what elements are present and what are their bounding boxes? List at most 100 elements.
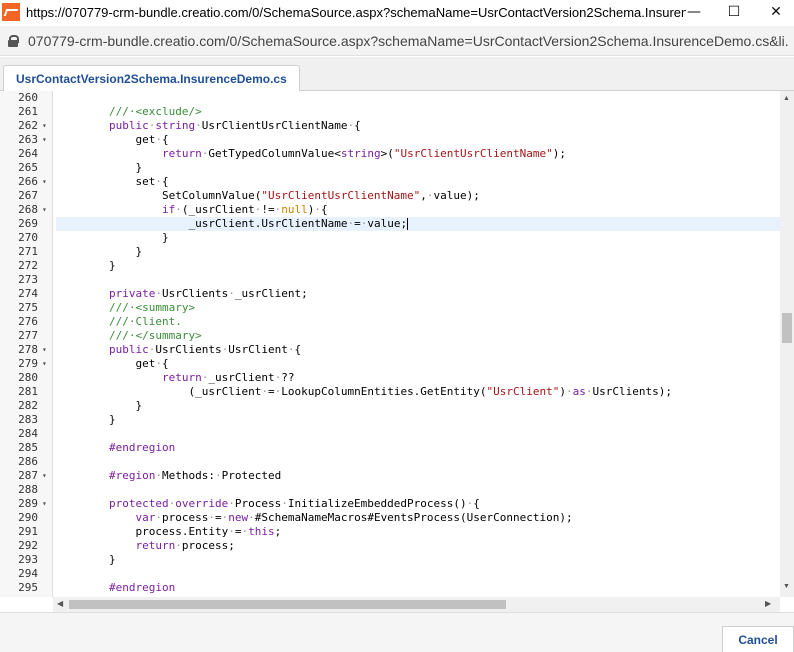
code-line[interactable]: 269 _usrClient.UsrClientName·=·value;	[0, 217, 780, 231]
vertical-scroll-thumb[interactable]	[782, 313, 792, 343]
code-token: LookupColumnEntities.GetEntity(	[281, 385, 487, 398]
code-token: ·	[281, 497, 288, 510]
fold-toggle-icon[interactable]: ▾	[42, 469, 52, 483]
code-line[interactable]: 288	[0, 483, 780, 497]
scroll-up-icon[interactable]: ▲	[783, 95, 790, 102]
code-token: UsrClients);	[592, 385, 673, 398]
scroll-down-icon[interactable]: ▼	[783, 583, 790, 590]
code-token: {	[162, 133, 169, 146]
line-number: 289	[18, 497, 38, 510]
code-line[interactable]: 276 ///·Client.	[0, 315, 780, 329]
code-line[interactable]: 262 ▾ public·string·UsrClientUsrClientName…	[0, 119, 780, 133]
code-editor[interactable]: 260 261///·<exclude/> 262 ▾ public·string·Us…	[0, 91, 780, 597]
code-text: #endregion	[56, 441, 780, 455]
line-number: 296	[0, 595, 38, 597]
tab-source-file[interactable]: UsrContactVersion2Schema.InsurenceDemo.c…	[3, 65, 300, 92]
address-url[interactable]: 070779-crm-bundle.creatio.com/0/SchemaSo…	[28, 33, 788, 49]
code-line[interactable]: 278 ▾ public·UsrClients·UsrClient·{	[0, 343, 780, 357]
code-line[interactable]: 270}	[0, 231, 780, 245]
code-text: #endregion	[56, 581, 780, 595]
code-token: ·	[426, 189, 434, 202]
line-number: 287	[18, 469, 38, 482]
line-number: 278	[18, 343, 38, 356]
code-token: value);	[433, 189, 480, 202]
horizontal-scroll-thumb[interactable]	[69, 600, 506, 609]
code-line[interactable]: 286	[0, 455, 780, 469]
code-line[interactable]: 279 ▾ get·{	[0, 357, 780, 371]
line-number: 263	[18, 133, 38, 146]
code-line[interactable]: 281 (_usrClient·=·LookupColumnEntities.Ge…	[0, 385, 780, 399]
line-number: 273	[18, 273, 38, 286]
code-line[interactable]: 290 var·process·=·new·#SchemaNameMacros#E…	[0, 511, 780, 525]
cancel-button[interactable]: Cancel	[722, 626, 794, 652]
code-line[interactable]: 291 process.Entity·=·this;	[0, 525, 780, 539]
line-number: 265	[18, 161, 38, 174]
code-token: null	[281, 203, 308, 216]
code-token: get	[135, 357, 156, 370]
line-number: 260	[18, 91, 38, 104]
code-token: ·	[585, 385, 593, 398]
window-titlebar: https://070779-crm-bundle.creatio.com/0/…	[0, 0, 794, 24]
app-icon	[2, 3, 20, 21]
code-token: ///·</summary>	[109, 329, 202, 342]
code-text: SetColumnValue("UsrClientUsrClientName",…	[56, 189, 780, 203]
code-token: string	[155, 119, 196, 132]
code-line[interactable]: 272}	[0, 259, 780, 273]
code-text: ///·</summary>	[56, 329, 780, 343]
code-token: #SchemaNameMacros#EventsProcess(UserConn…	[254, 511, 573, 524]
code-token: ,	[420, 189, 427, 202]
fold-toggle-icon[interactable]: ▾	[42, 203, 52, 217]
code-line[interactable]: 295 #endregion	[0, 581, 780, 595]
scroll-right-icon[interactable]: ▶	[765, 599, 771, 608]
code-line[interactable]: 263 ▾ get·{	[0, 133, 780, 147]
code-line[interactable]: 260	[0, 91, 780, 105]
code-line[interactable]: 283}	[0, 413, 780, 427]
fold-toggle-icon[interactable]: ▾	[42, 175, 52, 189]
code-line[interactable]: 292 return·process;	[0, 539, 780, 553]
code-line[interactable]: 277 ///·</summary>	[0, 329, 780, 343]
code-line[interactable]: 267 SetColumnValue("UsrClientUsrClientNam…	[0, 189, 780, 203]
maximize-icon[interactable]: ☐	[714, 0, 754, 24]
line-number: 292	[18, 539, 38, 552]
horizontal-scrollbar[interactable]: ◀ ▶	[53, 597, 780, 612]
code-line[interactable]: 261 ///·<exclude/>	[0, 105, 780, 119]
code-token: }	[109, 553, 116, 566]
code-line[interactable]: 289 ▾ protected·override·Process·Initializ…	[0, 497, 780, 511]
code-token: }	[162, 231, 169, 244]
fold-toggle-icon[interactable]: ▾	[42, 119, 52, 133]
code-token: return	[162, 371, 202, 384]
code-line[interactable]: 275 ///·<summary>	[0, 301, 780, 315]
scroll-left-icon[interactable]: ◀	[57, 599, 63, 608]
vertical-scrollbar[interactable]: ▲ ▼	[780, 91, 794, 597]
code-line[interactable]: 265}	[0, 161, 780, 175]
line-number: 284	[18, 427, 38, 440]
code-line[interactable]: 268 ▾ if·(_usrClient·!=·null)·{	[0, 203, 780, 217]
code-line[interactable]: 294	[0, 567, 780, 581]
code-token: ///·<summary>	[109, 301, 196, 314]
code-line[interactable]: 285 #endregion	[0, 441, 780, 455]
fold-toggle-icon[interactable]: ▾	[42, 497, 52, 511]
line-number: 277	[18, 329, 38, 342]
window-title: https://070779-crm-bundle.creatio.com/0/…	[26, 4, 686, 20]
code-line[interactable]: 274 private·UsrClients·_usrClient;	[0, 287, 780, 301]
close-icon[interactable]: ✕	[756, 0, 794, 24]
code-line[interactable]: 287 ▾ #region·Methods:·Protected	[0, 469, 780, 483]
lock-icon[interactable]	[8, 34, 19, 47]
code-token: ·	[175, 203, 182, 216]
code-line[interactable]: 266 ▾ set·{	[0, 175, 780, 189]
fold-toggle-icon[interactable]: ▾	[42, 357, 52, 371]
code-line[interactable]: 264 return·GetTypedColumnValue<string>("U…	[0, 147, 780, 161]
code-line[interactable]: 273	[0, 273, 780, 287]
address-bar: 070779-crm-bundle.creatio.com/0/SchemaSo…	[0, 26, 794, 56]
code-line[interactable]: 293}	[0, 553, 780, 567]
fold-toggle-icon[interactable]: ▾	[42, 133, 52, 147]
code-text: get·{	[56, 357, 780, 371]
code-line[interactable]: 282}	[0, 399, 780, 413]
code-line[interactable]: 284	[0, 427, 780, 441]
code-token: ·	[248, 511, 255, 524]
code-line[interactable]: 271}	[0, 245, 780, 259]
minimize-icon[interactable]: —	[674, 0, 714, 24]
code-line[interactable]: 280 return·_usrClient·??	[0, 371, 780, 385]
code-token: {	[320, 203, 328, 216]
fold-toggle-icon[interactable]: ▾	[42, 343, 52, 357]
